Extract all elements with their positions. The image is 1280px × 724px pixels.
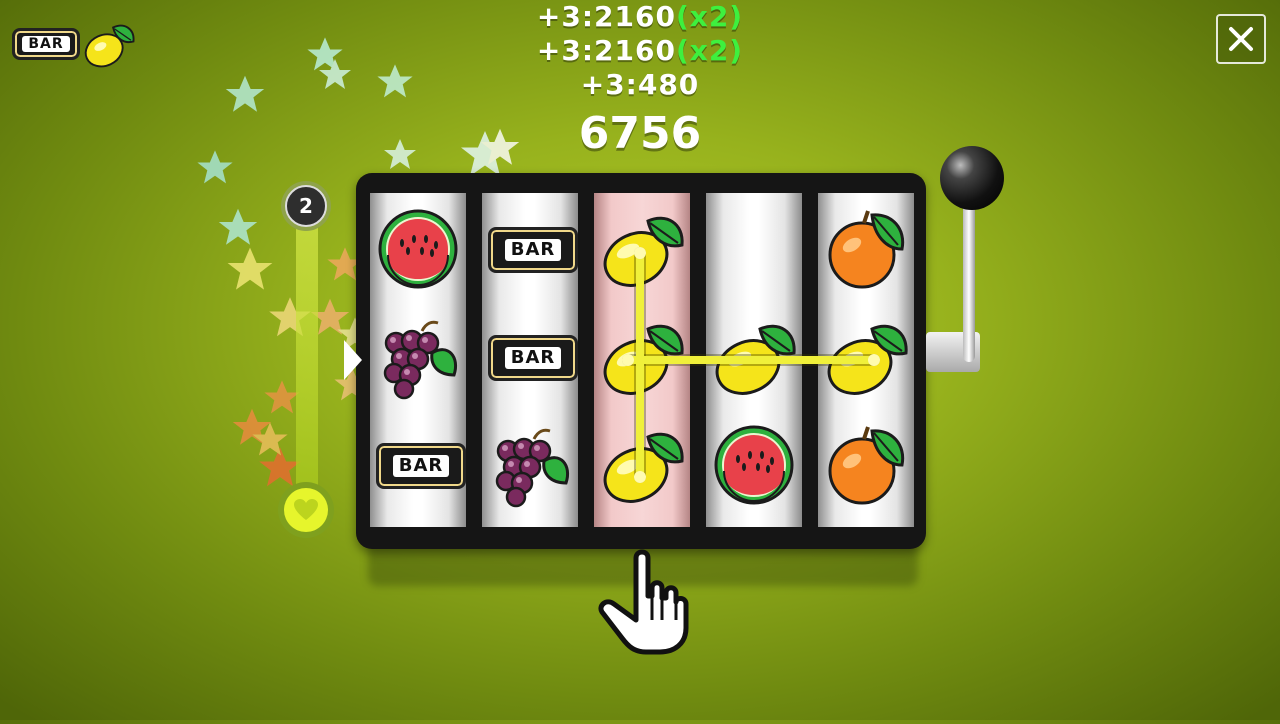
lever-arm[interactable] — [963, 192, 975, 362]
bet-gauge-bottom[interactable] — [278, 482, 334, 538]
combo-score-line: +3:480 — [580, 68, 700, 101]
total-score: 6756 — [578, 108, 702, 159]
win-lines — [622, 247, 880, 483]
payline-pointer — [344, 340, 362, 380]
hand-pointer-icon — [596, 548, 696, 658]
combo-score-line: +3:2160(x2) — [536, 34, 744, 67]
slot-machine: BAR BAR BAR — [356, 173, 926, 549]
bet-gauge-track — [296, 214, 318, 504]
spin-lever[interactable] — [940, 146, 1004, 210]
bet-level-knob[interactable]: 2 — [281, 181, 331, 231]
heart-icon — [294, 499, 318, 520]
combo-score-line: +3:2160(x2) — [536, 0, 744, 33]
bet-level-value: 2 — [285, 185, 327, 227]
